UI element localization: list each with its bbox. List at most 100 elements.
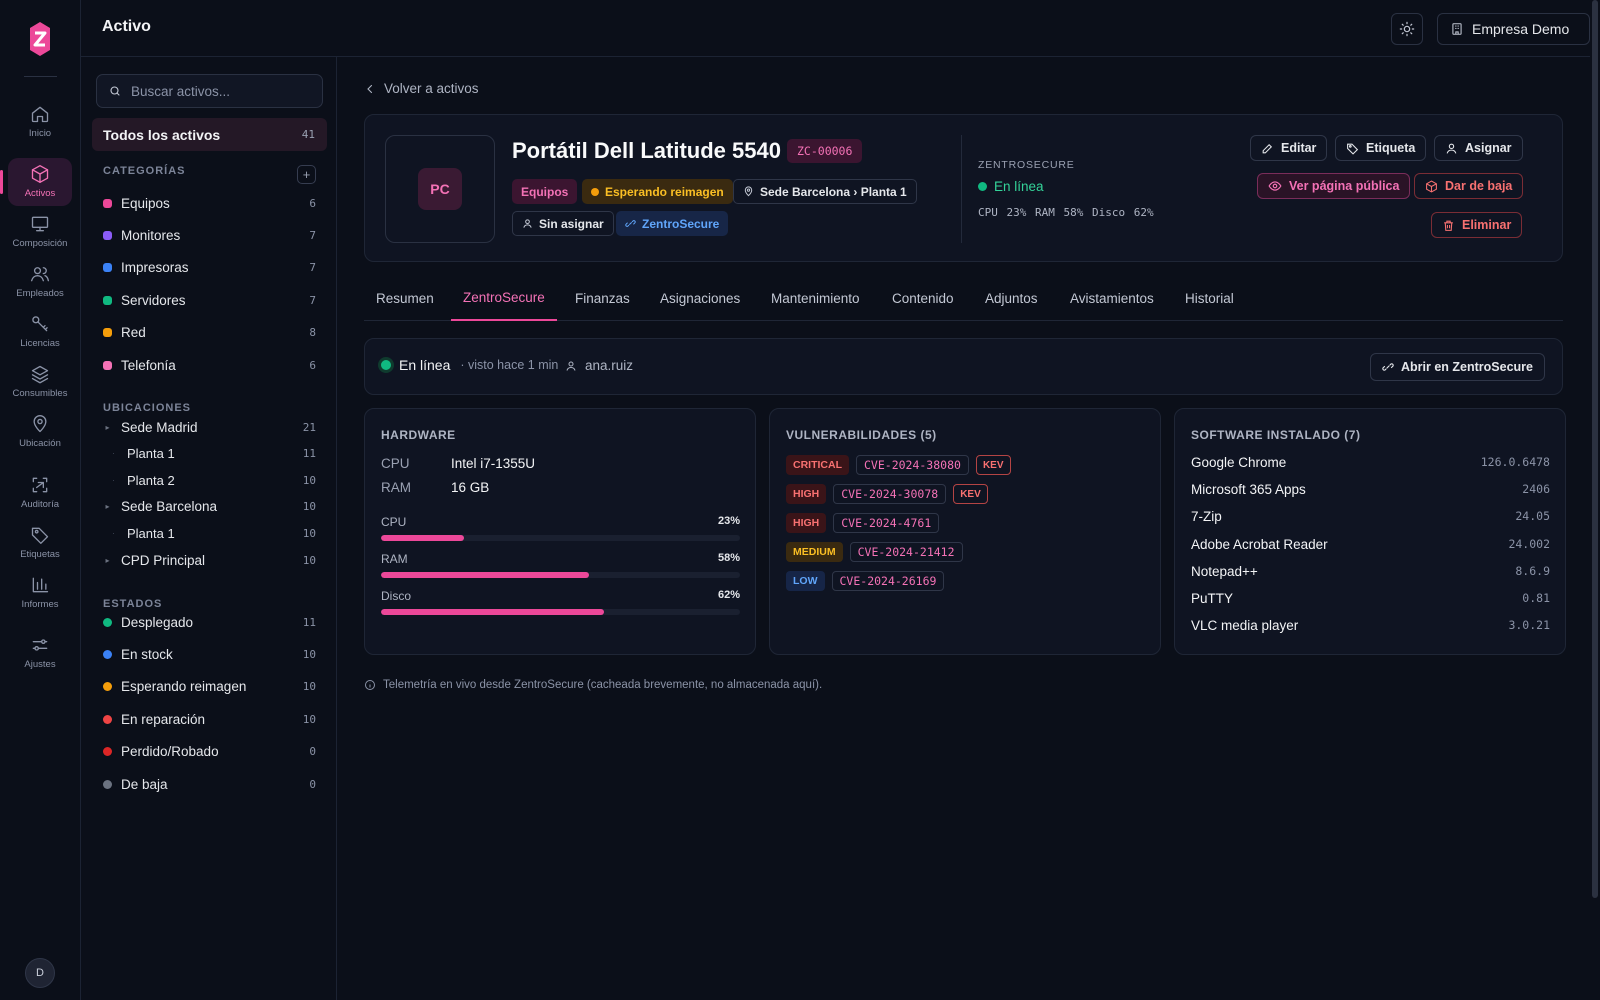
usage-meter: RAM 58% — [381, 552, 740, 578]
public-page-button[interactable]: Ver página pública — [1257, 173, 1411, 199]
vulnerability-row[interactable]: CRITICAL CVE-2024-38080 KEV — [786, 455, 1011, 475]
category-item[interactable]: Telefonía 6 — [103, 354, 316, 376]
software-version: 8.6.9 — [1515, 563, 1550, 578]
cve-badge[interactable]: CVE-2024-21412 — [849, 542, 963, 562]
zentrosecure-metrics: CPU 23% RAM 58% Disco 62% — [978, 206, 1154, 219]
cve-badge[interactable]: CVE-2024-4761 — [833, 513, 940, 533]
state-label: Esperando reimagen — [121, 679, 247, 695]
nav-item-empleados[interactable]: Empleados — [8, 258, 72, 306]
software-version: 24.002 — [1508, 536, 1550, 551]
vulnerability-row[interactable]: LOW CVE-2024-26169 — [786, 571, 945, 591]
tab-historial[interactable]: Historial — [1173, 275, 1246, 321]
state-label: En stock — [121, 646, 173, 662]
nav-item-informes[interactable]: Informes — [8, 569, 72, 617]
cve-badge[interactable]: CVE-2024-38080 — [856, 455, 969, 475]
tab-avistamientos[interactable]: Avistamientos — [1058, 275, 1166, 321]
nav-item-etiquetas[interactable]: Etiquetas — [8, 519, 72, 567]
pencil-icon — [1262, 143, 1273, 153]
theme-toggle-button[interactable] — [1391, 13, 1423, 45]
category-item[interactable]: Impresoras 7 — [103, 257, 316, 279]
tab-zentrosecure[interactable]: ZentroSecure — [451, 275, 557, 321]
vulnerability-row[interactable]: MEDIUM CVE-2024-21412 — [786, 542, 963, 562]
tab-adjuntos[interactable]: Adjuntos — [973, 275, 1050, 321]
state-item[interactable]: En reparación 10 — [103, 708, 316, 730]
tab-contenido[interactable]: Contenido — [880, 275, 966, 321]
scrollbar-thumb[interactable] — [1592, 0, 1598, 898]
state-item[interactable]: En stock 10 — [103, 643, 316, 665]
severity-badge: HIGH — [786, 484, 827, 504]
location-item[interactable]: ▸ CPD Principal 10 — [103, 549, 316, 571]
add-category-button[interactable]: + — [297, 165, 316, 184]
state-label: Perdido/Robado — [121, 744, 219, 760]
location-item[interactable]: ▸ Sede Barcelona 10 — [103, 496, 316, 518]
nav-item-activos[interactable]: Activos — [0, 158, 72, 206]
all-assets-item[interactable]: Todos los activos 41 — [92, 118, 327, 151]
bar-chart-icon — [32, 577, 49, 593]
cve-badge[interactable]: CVE-2024-30078 — [833, 484, 947, 504]
nav-item-consumibles[interactable]: Consumibles — [8, 358, 72, 406]
color-dot-icon — [103, 198, 112, 208]
category-chip[interactable]: Equipos — [512, 179, 578, 204]
category-item[interactable]: Equipos 6 — [103, 192, 316, 214]
tab-finanzas[interactable]: Finanzas — [563, 275, 642, 321]
active-indicator — [0, 170, 3, 194]
nav-item-label: Ubicación — [19, 438, 61, 449]
location-label: Planta 1 — [127, 446, 175, 462]
location-item[interactable]: · Planta 1 10 — [109, 522, 316, 544]
company-switcher-button[interactable]: Empresa Demo — [1437, 13, 1590, 45]
tree-expand-icon: ▸ — [105, 422, 110, 432]
main-content: Volver a activos PC Portátil Dell Latitu… — [338, 57, 1600, 1000]
nav-item-licencias[interactable]: Licencias — [8, 308, 72, 356]
search-input[interactable]: Buscar activos... — [96, 74, 323, 108]
cve-badge[interactable]: CVE-2024-26169 — [831, 571, 945, 591]
location-item[interactable]: · Planta 1 11 — [109, 443, 316, 465]
kev-badge: KEV — [953, 484, 988, 504]
tab-asignaciones[interactable]: Asignaciones — [648, 275, 752, 321]
app-logo[interactable] — [24, 20, 56, 58]
nav-item-ubicacion[interactable]: Ubicación — [8, 408, 72, 456]
location-chip[interactable]: Sede Barcelona › Planta 1 — [733, 179, 917, 204]
nav-item-inicio[interactable]: Inicio — [8, 98, 72, 146]
map-pin-icon — [33, 415, 47, 433]
category-count: 6 — [309, 196, 316, 210]
state-item[interactable]: De baja 0 — [103, 773, 316, 795]
state-item[interactable]: Perdido/Robado 0 — [103, 741, 316, 763]
user-icon — [1446, 143, 1457, 154]
category-count: 7 — [309, 261, 316, 275]
delete-button[interactable]: Eliminar — [1431, 212, 1523, 238]
nav-item-auditoria[interactable]: Auditoría — [8, 469, 72, 517]
usage-label: Disco — [381, 589, 412, 603]
open-zentrosecure-button[interactable]: Abrir en ZentroSecure — [1370, 353, 1545, 381]
location-label: Planta 1 — [127, 525, 175, 541]
retire-button[interactable]: Dar de baja — [1414, 173, 1524, 199]
tag-button[interactable]: Etiqueta — [1335, 135, 1427, 161]
vulnerability-row[interactable]: HIGH CVE-2024-30078 KEV — [786, 484, 988, 504]
logged-user: ana.ruiz — [565, 358, 633, 373]
assign-button[interactable]: Asignar — [1434, 135, 1523, 161]
location-item[interactable]: ▸ Sede Madrid 21 — [103, 416, 316, 438]
location-item[interactable]: · Planta 2 10 — [109, 469, 316, 491]
category-item[interactable]: Monitores 7 — [103, 224, 316, 246]
state-item[interactable]: Desplegado 11 — [103, 611, 316, 633]
category-label: Servidores — [121, 292, 186, 308]
nav-item-ajustes[interactable]: Ajustes — [8, 629, 72, 677]
category-item[interactable]: Servidores 7 — [103, 289, 316, 311]
back-link[interactable]: Volver a activos — [364, 81, 479, 96]
page-scrollbar[interactable] — [1590, 0, 1600, 1000]
tab-resumen[interactable]: Resumen — [364, 275, 446, 321]
edit-button[interactable]: Editar — [1250, 135, 1328, 161]
software-name: Microsoft 365 Apps — [1191, 482, 1306, 498]
vulnerability-row[interactable]: HIGH CVE-2024-4761 — [786, 513, 940, 533]
avatar[interactable]: D — [25, 958, 55, 988]
nav-item-composicion[interactable]: Composición — [8, 208, 72, 256]
states-heading: ESTADOS — [103, 598, 163, 610]
integration-chip[interactable]: ZentroSecure — [616, 211, 729, 236]
status-badge[interactable]: Esperando reimagen — [582, 179, 733, 204]
category-count: 6 — [309, 358, 316, 372]
category-item[interactable]: Red 8 — [103, 322, 316, 344]
nav-rail: Inicio Activos Composición Empleados Licenci… — [0, 0, 81, 1000]
assignee-chip[interactable]: Sin asignar — [512, 211, 614, 236]
software-row: Google Chrome 126.0.6478 — [1191, 455, 1550, 470]
tab-mantenimiento[interactable]: Mantenimiento — [759, 275, 872, 321]
state-item[interactable]: Esperando reimagen 10 — [103, 676, 316, 698]
